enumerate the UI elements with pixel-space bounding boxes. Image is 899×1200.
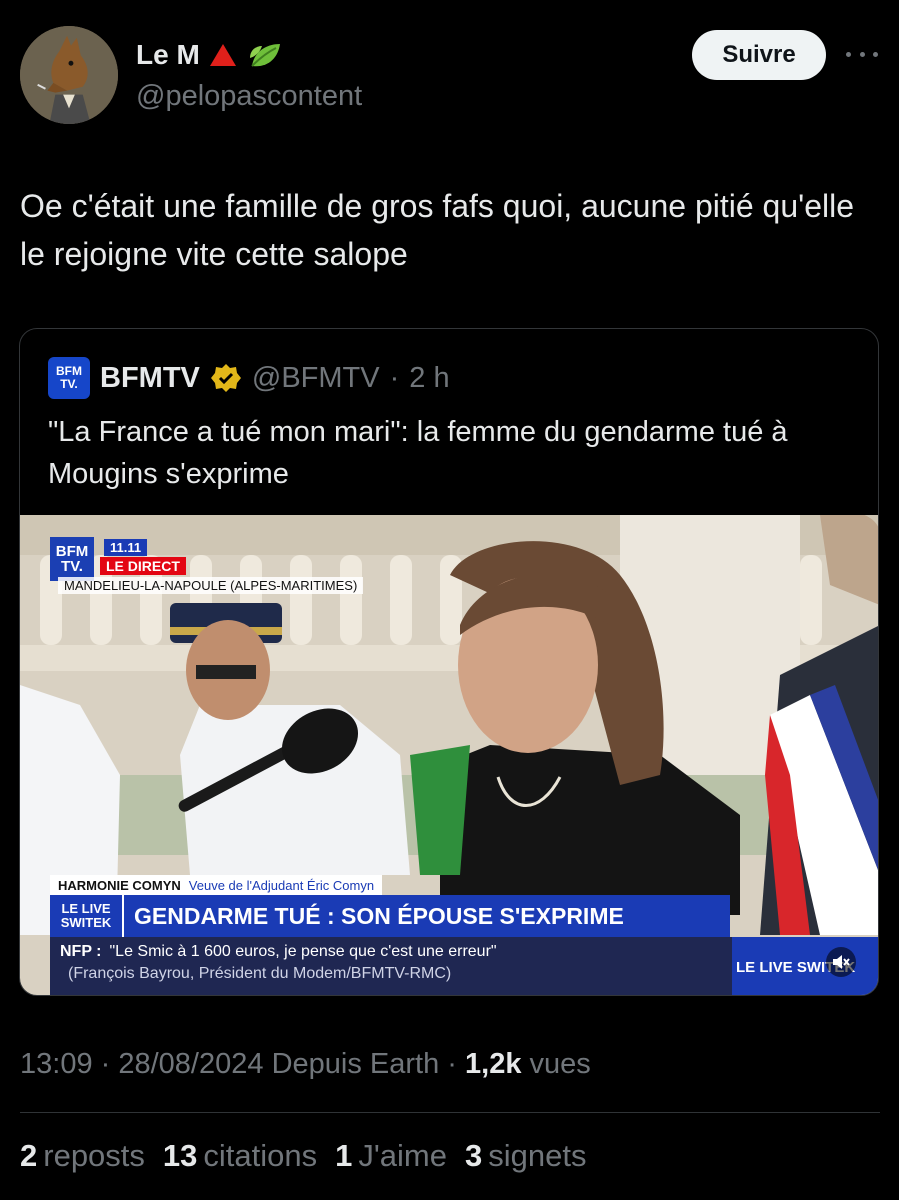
author-name[interactable]: Le M	[136, 39, 200, 71]
quoted-tweet-header: BFM TV. BFMTV @BFMTV · 2 h	[48, 357, 450, 399]
program-tag: LE LIVE SWITEK	[50, 895, 124, 937]
ticker-source: (François Bayrou, Président du Modem/BFM…	[68, 965, 452, 982]
tweet-source: Depuis Earth	[271, 1048, 440, 1080]
likes-stat[interactable]: 1 J'aime	[335, 1138, 447, 1174]
time-badge: 11.11	[104, 539, 148, 556]
video-player[interactable]: BFM TV. 11.11 LE DIRECT MANDELIEU-LA-NAPO…	[20, 515, 878, 995]
avatar[interactable]	[20, 26, 118, 124]
red-triangle-icon	[209, 44, 236, 66]
follow-button[interactable]: Suivre	[692, 30, 826, 80]
views-label: vues	[529, 1048, 591, 1080]
quoted-tweet-card[interactable]: BFM TV. BFMTV @BFMTV · 2 h "La France a t…	[19, 328, 879, 996]
headline-banner: GENDARME TUÉ : SON ÉPOUSE S'EXPRIME	[124, 895, 730, 937]
bookmarks-stat[interactable]: 3 signets	[465, 1138, 586, 1174]
quoted-tweet-age: 2 h	[409, 361, 450, 394]
author-handle[interactable]: @pelopascontent	[136, 80, 362, 113]
verified-badge-icon	[210, 364, 241, 392]
quoted-author-handle: @BFMTV	[251, 361, 380, 394]
tweet-time[interactable]: 13:09	[20, 1048, 93, 1080]
quoted-tweet-text: "La France a tué mon mari": la femme du …	[48, 416, 788, 490]
tweet-date[interactable]: 28/08/2024	[118, 1048, 263, 1080]
tweet-meta: 13:09 · 28/08/2024 Depuis Earth · 1,2k v…	[20, 1048, 591, 1080]
engagement-stats: 2 reposts 13 citations 1 J'aime 3 signets	[20, 1138, 587, 1174]
bfmtv-channel-logo: BFM TV.	[50, 537, 94, 581]
quoted-author-name[interactable]: BFMTV	[100, 362, 200, 395]
speaker-name-bar: HARMONIE COMYN Veuve de l'Adjudant Éric …	[50, 875, 383, 895]
divider	[20, 1112, 880, 1113]
location-caption: MANDELIEU-LA-NAPOULE (ALPES-MARITIMES)	[58, 577, 364, 594]
leaf-icon	[249, 44, 280, 67]
dot-separator: ·	[389, 361, 400, 394]
program-logo-right: LE LIVE SWITEK	[732, 937, 878, 995]
more-options-icon[interactable]	[846, 40, 878, 68]
tweet-text: Oe c'était une famille de gros fafs quoi…	[20, 188, 855, 272]
speaker-name: HARMONIE COMYN	[58, 877, 181, 893]
bfmtv-logo: BFM TV.	[48, 357, 90, 399]
quotes-stat[interactable]: 13 citations	[163, 1138, 317, 1174]
live-badge: LE DIRECT	[100, 557, 186, 575]
speaker-role: Veuve de l'Adjudant Éric Comyn	[188, 877, 375, 893]
author-name-row[interactable]: Le M	[136, 38, 286, 72]
horse-avatar-icon	[20, 26, 118, 124]
ticker-line: NFP : "Le Smic à 1 600 euros, je pense qu…	[60, 943, 497, 960]
views-count: 1,2k	[465, 1048, 522, 1080]
reposts-stat[interactable]: 2 reposts	[20, 1138, 145, 1174]
speaker-muted-icon[interactable]	[826, 947, 856, 977]
